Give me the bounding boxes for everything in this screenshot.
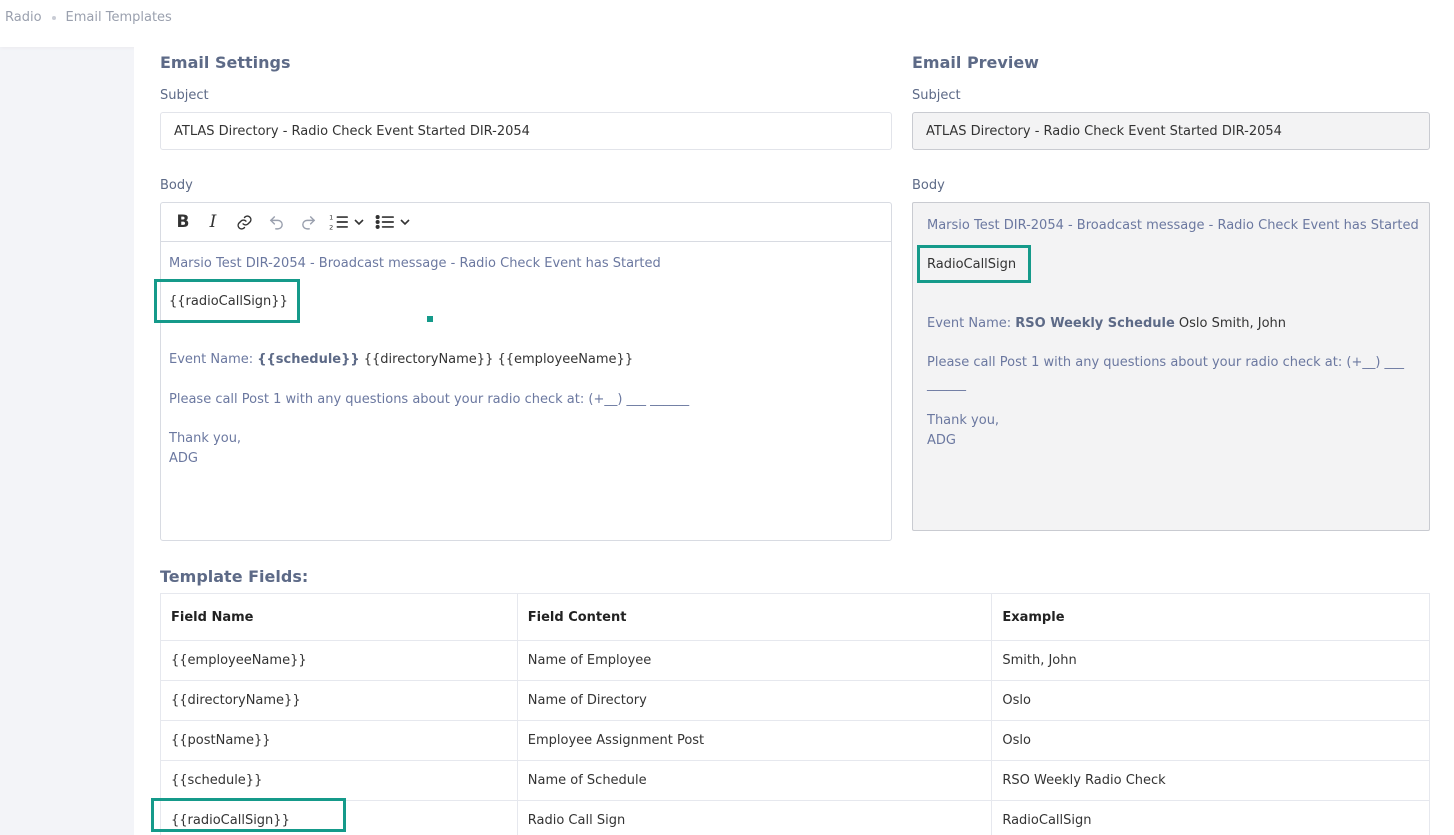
preview-line-1: Marsio Test DIR-2054 - Broadcast message… (927, 218, 1419, 233)
email-settings-title: Email Settings (160, 53, 291, 72)
table-row: {{postName}} Employee Assignment Post Os… (160, 720, 1430, 761)
field-name-cell: {{postName}} (160, 720, 518, 761)
table-row: {{directoryName}} Name of Directory Oslo (160, 680, 1430, 721)
body-call-line: Please call Post 1 with any questions ab… (169, 392, 690, 407)
example-cell: Smith, John (991, 640, 1430, 681)
field-content-cell: Radio Call Sign (516, 800, 993, 835)
breadcrumb: Radio Email Templates (5, 10, 172, 25)
italic-icon[interactable]: I (201, 208, 225, 236)
link-icon[interactable] (231, 208, 257, 236)
schedule-var: {{schedule}} (257, 352, 360, 367)
body-line-1: Marsio Test DIR-2054 - Broadcast message… (169, 256, 661, 271)
bullet-list-icon[interactable] (373, 208, 397, 236)
preview-event-line: Event Name: RSO Weekly Schedule Oslo Smi… (927, 316, 1286, 331)
svg-text:1: 1 (329, 214, 333, 222)
subject-input[interactable]: ATLAS Directory - Radio Check Event Star… (160, 112, 892, 150)
subject-label: Subject (160, 88, 209, 103)
preview-signature: ADG (927, 433, 956, 448)
template-fields-title: Template Fields: (160, 567, 309, 586)
column-header: Example (991, 593, 1430, 641)
body-label: Body (160, 178, 193, 193)
bold-icon[interactable]: B (171, 208, 195, 236)
preview-schedule: RSO Weekly Schedule (1015, 316, 1175, 331)
field-name-cell: {{directoryName}} (160, 680, 518, 721)
table-header-row: Field Name Field Content Example (160, 593, 1430, 641)
field-name-cell: {{employeeName}} (160, 640, 518, 681)
body-editor[interactable]: B I 12 Marsio Test DIR-2054 - Broadcast … (160, 202, 892, 541)
chevron-down-icon[interactable] (353, 208, 365, 236)
event-vars: {{directoryName}} {{employeeName}} (359, 352, 634, 367)
preview-call-line-1: Please call Post 1 with any questions ab… (927, 355, 1405, 370)
body-event-line: Event Name: {{schedule}} {{directoryName… (169, 352, 633, 367)
template-fields-table: Field Name Field Content Example {{emplo… (160, 593, 1430, 835)
table-row: {{schedule}} Name of Schedule RSO Weekly… (160, 760, 1430, 801)
column-header: Field Content (516, 593, 993, 641)
preview-call-line-2: ______ (927, 377, 966, 392)
field-content-cell: Name of Schedule (516, 760, 993, 801)
table-row: {{employeeName}} Name of Employee Smith,… (160, 640, 1430, 681)
highlight-box (154, 279, 300, 323)
svg-text:2: 2 (329, 223, 333, 231)
email-preview-title: Email Preview (912, 53, 1039, 72)
chevron-down-icon[interactable] (399, 208, 411, 236)
highlight-box (151, 798, 346, 832)
body-signature: ADG (169, 451, 198, 466)
highlight-box (917, 245, 1031, 283)
breadcrumb-separator (51, 15, 56, 20)
example-cell: RadioCallSign (991, 800, 1430, 835)
preview-thanks: Thank you, (927, 413, 1000, 428)
preview-event-prefix: Event Name: (927, 316, 1016, 331)
breadcrumb-radio[interactable]: Radio (5, 10, 42, 25)
field-name-cell: {{schedule}} (160, 760, 518, 801)
editor-toolbar: B I 12 (161, 203, 891, 242)
main-content: Email Settings Subject ATLAS Directory -… (134, 47, 1454, 835)
event-prefix: Event Name: (169, 352, 258, 367)
field-content-cell: Name of Directory (516, 680, 993, 721)
ordered-list-icon[interactable]: 12 (327, 208, 351, 236)
breadcrumb-email-templates: Email Templates (65, 10, 172, 25)
highlight-marker (427, 316, 433, 322)
example-cell: Oslo (991, 720, 1430, 761)
undo-icon[interactable] (263, 208, 289, 236)
field-content-cell: Name of Employee (516, 640, 993, 681)
top-bar: Radio Email Templates (0, 0, 1454, 47)
body-thanks: Thank you, (169, 431, 242, 446)
redo-icon[interactable] (295, 208, 321, 236)
preview-event-rest: Oslo Smith, John (1174, 316, 1287, 331)
example-cell: Oslo (991, 680, 1430, 721)
field-content-cell: Employee Assignment Post (516, 720, 993, 761)
table-row: {{radioCallSign}} Radio Call Sign RadioC… (160, 800, 1430, 835)
preview-body-label: Body (912, 178, 945, 193)
preview-subject-field: ATLAS Directory - Radio Check Event Star… (912, 112, 1430, 150)
example-cell: RSO Weekly Radio Check (991, 760, 1430, 801)
preview-subject-label: Subject (912, 88, 961, 103)
column-header: Field Name (160, 593, 518, 641)
